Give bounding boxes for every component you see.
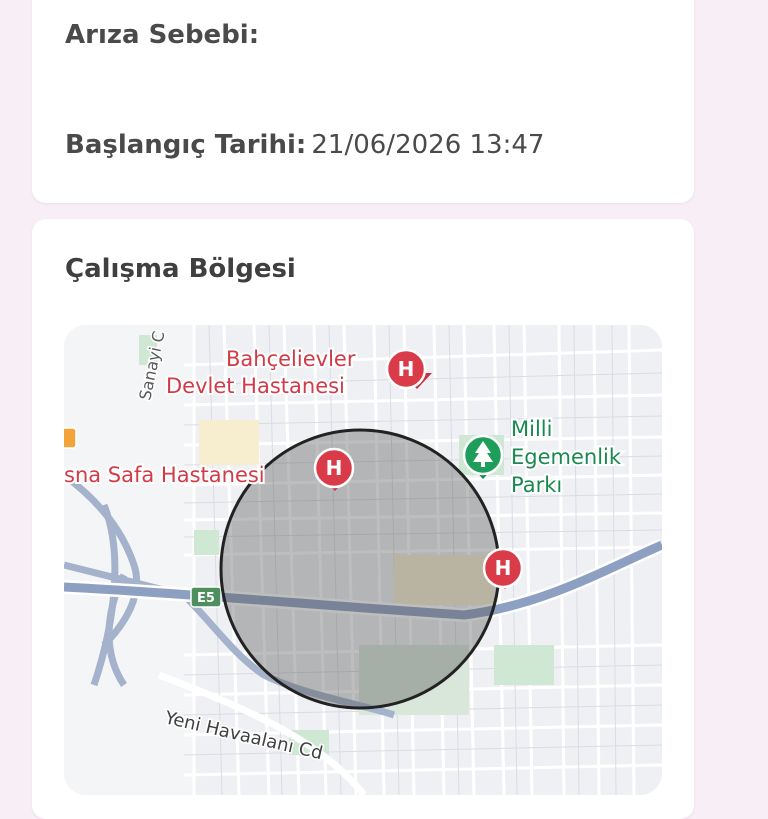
fault-cause-row: Arıza Sebebi: [65,20,259,50]
map-canvas[interactable]: E5 H Bahçelievler Devlet Hastanesi H sna… [64,325,662,795]
start-date-value: 21/06/2026 13:47 [311,130,545,160]
hospital-label-bahcelievler-line2: Devlet Hastanesi [166,374,345,398]
start-date-label: Başlangıç Tarihi: [65,130,307,160]
park-label-line1: Milli [511,417,552,441]
hospital-label-bahcelievler-line1: Bahçelievler [226,347,356,371]
park-area [494,645,554,685]
hospital-marker[interactable]: H [482,547,524,589]
commercial-block [199,420,259,465]
hospital-marker-letter: H [326,456,343,480]
hospital-label-safa: sna Safa Hastanesi [64,463,265,487]
poi-marker[interactable] [64,427,77,449]
hospital-marker-letter: H [495,556,512,580]
park-label-line3: Parkı [511,473,562,497]
park-label-line2: Egemenlik [511,445,622,469]
fault-details-card: Arıza Sebebi: Başlangıç Tarihi: 21/06/20… [32,0,694,203]
work-area-title: Çalışma Bölgesi [65,254,296,284]
park-area [194,530,219,555]
start-date-row: Başlangıç Tarihi: 21/06/2026 13:47 [65,130,544,160]
work-area-map[interactable]: E5 H Bahçelievler Devlet Hastanesi H sna… [64,325,662,795]
fault-cause-label: Arıza Sebebi: [65,20,260,50]
hospital-marker-letter: H [398,357,415,381]
e5-shield-label: E5 [197,591,215,606]
work-area-card: Çalışma Bölgesi E5 H Bahçelievler Devlet… [32,219,694,819]
